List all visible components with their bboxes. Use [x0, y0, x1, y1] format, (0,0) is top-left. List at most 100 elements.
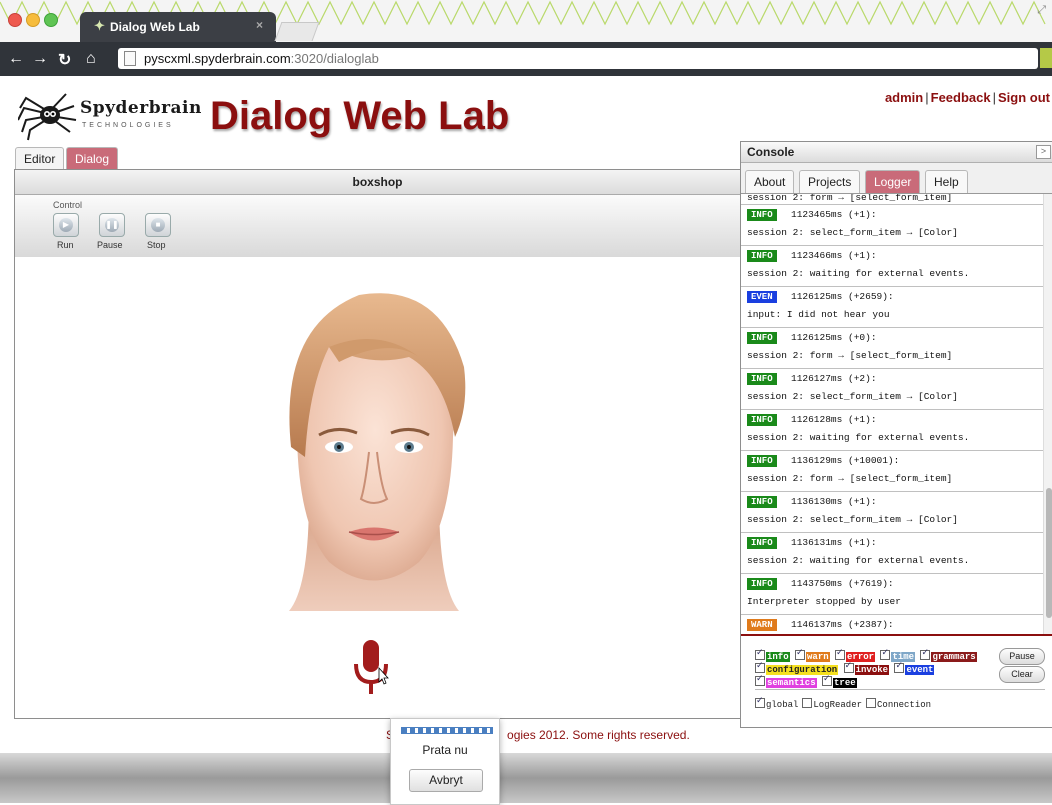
filter-checkbox[interactable]	[843, 661, 854, 673]
filter-label: tree	[833, 678, 857, 688]
window-minimize-button[interactable]	[26, 13, 40, 27]
log-entry: INFO 1126127ms (+2): session 2: select_for…	[741, 368, 1043, 409]
filter-grammars[interactable]: grammars	[920, 648, 977, 662]
log-timestamp: 1126125ms (+2659):	[791, 291, 894, 302]
sign-out-link[interactable]: Sign out	[998, 90, 1050, 105]
run-label: Run	[57, 240, 74, 250]
filter-semantics[interactable]: semantics	[755, 674, 817, 688]
tab-close-icon[interactable]: ×	[256, 18, 263, 32]
run-button[interactable]: ▶	[53, 213, 79, 237]
source-logreader[interactable]: LogReader	[802, 698, 862, 710]
link-separator: |	[992, 90, 996, 105]
forward-arrow-icon[interactable]: →	[32, 50, 48, 68]
log-clear-button[interactable]: Clear	[999, 666, 1045, 683]
log-message: session 2: select_form_item → [Color]	[747, 391, 958, 402]
browser-tabstrip: ✦ Dialog Web Lab × ⤢	[0, 0, 1052, 42]
fullscreen-icon[interactable]: ⤢	[1037, 4, 1046, 17]
log-entry: INFO 1143750ms (+7619): Interpreter stoppe…	[741, 573, 1043, 614]
scrollbar-thumb[interactable]	[1046, 488, 1052, 618]
control-bar: Control ▶ ❚❚ ■ Run Pause Stop	[15, 195, 740, 257]
log-level-badge: INFO	[747, 373, 777, 385]
source-global[interactable]: global	[755, 696, 798, 710]
log-message: Interpreter stopped by user	[747, 596, 901, 607]
pause-button[interactable]: ❚❚	[99, 213, 125, 237]
control-label: Control	[53, 200, 83, 210]
log-message: session 2: waiting for external events.	[747, 555, 970, 566]
log-entry: INFO 1126128ms (+1): session 2: waiting fo…	[741, 409, 1043, 450]
log-level-badge: INFO	[747, 209, 777, 221]
collapse-icon[interactable]: >	[1036, 145, 1051, 159]
reload-icon[interactable]: ↻	[58, 50, 71, 70]
stop-button[interactable]: ■	[145, 213, 171, 237]
console-title: Console	[747, 145, 795, 159]
log-timestamp: 1126128ms (+1):	[791, 414, 877, 425]
log-pause-button[interactable]: Pause	[999, 648, 1045, 665]
browser-tab[interactable]: ✦ Dialog Web Lab ×	[80, 12, 276, 42]
spyderbrain-logo[interactable]: Spyderbrain TECHNOLOGIES	[18, 84, 201, 144]
source-connection[interactable]: Connection	[866, 698, 932, 710]
speech-cancel-button[interactable]: Avbryt	[409, 769, 483, 792]
source-checkbox[interactable]	[866, 698, 877, 708]
source-label: Connection	[877, 700, 932, 710]
filter-event[interactable]: event	[894, 661, 935, 675]
log-level-badge: INFO	[747, 537, 777, 549]
filter-checkbox[interactable]	[755, 674, 765, 686]
filter-checkbox[interactable]	[835, 648, 846, 660]
filter-tree[interactable]: tree	[822, 674, 857, 688]
microphone-icon[interactable]	[351, 638, 391, 698]
browser-tab-title: Dialog Web Lab	[110, 20, 200, 34]
filter-checkbox[interactable]	[755, 661, 765, 673]
filter-label: invoke	[854, 665, 890, 675]
window-maximize-button[interactable]	[44, 13, 58, 27]
window-close-button[interactable]	[8, 13, 22, 27]
new-tab-button[interactable]	[274, 22, 320, 41]
filter-label: semantics	[766, 678, 817, 688]
link-separator: |	[925, 90, 929, 105]
tab-help[interactable]: Help	[925, 170, 968, 193]
log-scrollbar[interactable]	[1043, 194, 1052, 634]
tab-dialog[interactable]: Dialog	[66, 147, 119, 170]
log-level-badge: EVEN	[747, 291, 777, 303]
log-timestamp: 1123466ms (+1):	[791, 250, 877, 261]
filter-checkbox[interactable]	[920, 648, 931, 660]
source-checkbox[interactable]	[755, 696, 765, 708]
filter-checkbox[interactable]	[822, 674, 833, 686]
filter-checkbox[interactable]	[894, 661, 905, 673]
source-checkbox[interactable]	[802, 698, 813, 708]
page-title: Dialog Web Lab	[210, 94, 510, 138]
log-message: session 2: select_form_item → [Color]	[747, 514, 958, 525]
tab-projects[interactable]: Projects	[799, 170, 861, 193]
filter-error[interactable]: error	[835, 648, 876, 662]
back-arrow-icon[interactable]: ←	[8, 50, 24, 68]
log-entry: INFO 1136131ms (+1): session 2: waiting fo…	[741, 532, 1043, 573]
filter-invoke[interactable]: invoke	[843, 661, 890, 675]
panel-title: boxshop	[15, 170, 740, 195]
feedback-link[interactable]: Feedback	[931, 90, 991, 105]
log-level-badge: INFO	[747, 578, 777, 590]
admin-link[interactable]: admin	[885, 90, 923, 105]
favicon-icon: ✦	[94, 18, 105, 33]
log-timestamp: 1143750ms (+7619):	[791, 578, 894, 589]
filter-checkbox[interactable]	[795, 648, 806, 660]
window-bottom-edge	[0, 753, 1052, 803]
tab-editor[interactable]: Editor	[15, 147, 65, 170]
wrench-menu-icon[interactable]	[1040, 48, 1052, 68]
log-entry: INFO 1136130ms (+1): session 2: select_for…	[741, 491, 1043, 532]
play-icon: ▶	[59, 218, 73, 232]
log-level-badge: INFO	[747, 250, 777, 262]
log-level-badge: INFO	[747, 332, 777, 344]
page-icon	[124, 51, 136, 66]
tab-logger[interactable]: Logger	[865, 170, 921, 193]
log-message: session 2: form → [select_form_item]	[747, 350, 953, 361]
filter-warn[interactable]: warn	[795, 648, 830, 662]
filter-checkbox[interactable]	[755, 648, 765, 660]
tab-about[interactable]: About	[745, 170, 795, 193]
filter-checkbox[interactable]	[880, 648, 891, 660]
home-icon[interactable]: ⌂	[86, 50, 96, 68]
avatar-face-image	[289, 293, 466, 611]
log-entry-partial: session 2: form → [select_form_item]	[747, 194, 953, 203]
address-bar[interactable]: pyscxml.spyderbrain.com:3020/dialoglab	[118, 48, 1038, 69]
log-entry: INFO 1123465ms (+1): session 2: select_for…	[741, 204, 1043, 245]
log-timestamp: 1126125ms (+0):	[791, 332, 877, 343]
log-timestamp: 1123465ms (+1):	[791, 209, 877, 220]
